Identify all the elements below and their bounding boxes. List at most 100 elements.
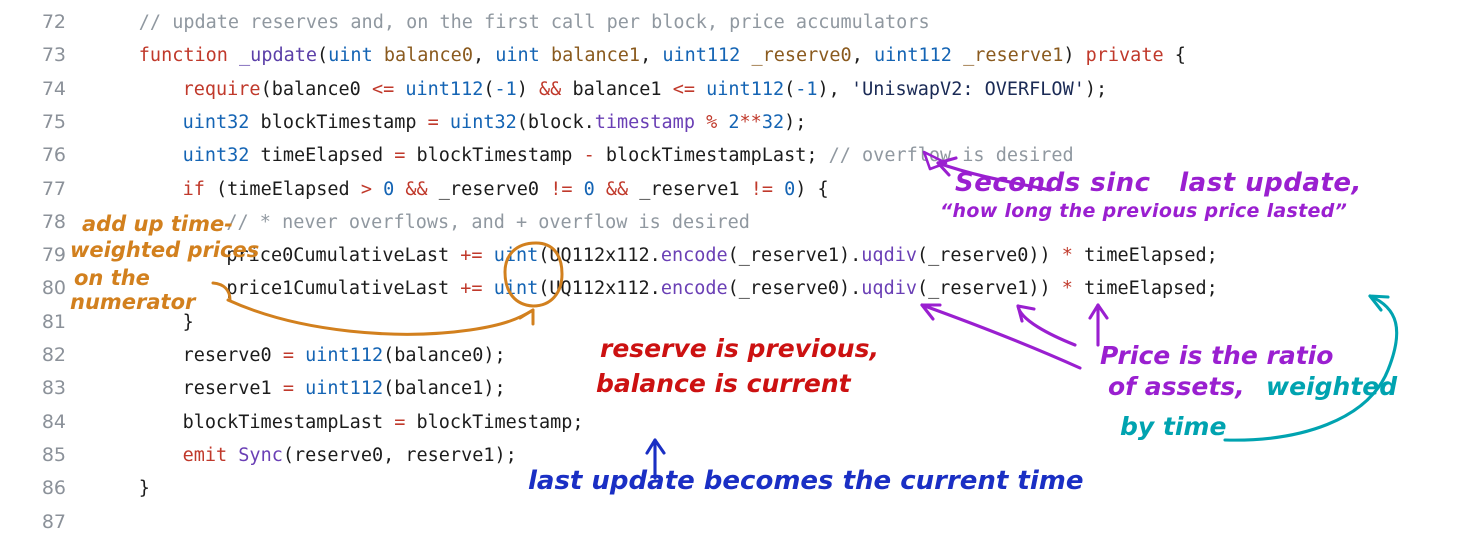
code-line-72: 72 // update reserves and, on the first c… bbox=[0, 6, 1480, 39]
code-token: (balance1); bbox=[383, 378, 506, 400]
line-number-74: 74 bbox=[41, 77, 66, 100]
code-token: uint bbox=[328, 45, 373, 67]
code-token: reserve1 bbox=[182, 378, 283, 400]
code-token: && bbox=[605, 178, 629, 200]
code-text-78: // * never overflows, and + overflow is … bbox=[226, 206, 749, 239]
code-token: - bbox=[583, 145, 595, 167]
code-token: = bbox=[394, 145, 406, 167]
code-token: _reserve1 bbox=[628, 178, 751, 200]
annotation-price-is-ratio-line1: Price is the ratio bbox=[1100, 341, 1334, 370]
code-line-74: 74 require(balance0 <= uint112(-1) && bal… bbox=[0, 73, 1480, 106]
code-token: ), bbox=[817, 78, 851, 100]
code-text-84: blockTimestampLast = blockTimestamp; bbox=[183, 406, 584, 439]
code-token: uint32 bbox=[449, 111, 517, 133]
annotation-by-time: by time bbox=[1120, 412, 1227, 441]
code-token: uint bbox=[493, 245, 539, 267]
code-token: 0 bbox=[784, 178, 796, 200]
code-text-83: reserve1 = uint112(balance1); bbox=[183, 372, 506, 405]
line-number-78: 78 bbox=[41, 210, 66, 233]
code-token: && bbox=[539, 78, 562, 100]
line-number-76: 76 bbox=[41, 144, 66, 167]
annotation-last-update-becomes-current-time: last update becomes the current time bbox=[528, 466, 1084, 496]
code-token: && bbox=[405, 178, 428, 200]
line-number-80: 80 bbox=[41, 277, 66, 300]
code-token: <= bbox=[371, 78, 395, 100]
code-token: * bbox=[1061, 245, 1073, 267]
code-token: % bbox=[706, 111, 718, 133]
annotation-add-up-time-weighted-line4: numerator bbox=[70, 290, 196, 314]
code-token: // * never overflows, and + overflow is … bbox=[226, 211, 750, 233]
code-token: uint32 bbox=[182, 145, 250, 167]
code-token: (timeElapsed bbox=[204, 178, 361, 200]
code-token: } bbox=[182, 311, 194, 333]
code-block: 72 // update reserves and, on the first c… bbox=[0, 0, 1480, 536]
code-token: = bbox=[427, 111, 439, 133]
annotation-price-is-ratio-line2: of assets, bbox=[1108, 372, 1245, 401]
code-text-85: emit Sync(reserve0, reserve1); bbox=[183, 439, 517, 472]
code-line-73: 73 function _update(uint balance0, uint b… bbox=[0, 39, 1480, 72]
code-token: ) bbox=[516, 78, 540, 100]
code-token: -1 bbox=[494, 78, 517, 100]
code-token: // update reserves and, on the first cal… bbox=[138, 12, 930, 33]
code-token: balance1 bbox=[550, 45, 641, 67]
annotation-add-up-time-weighted-line1: add up time- bbox=[82, 212, 233, 236]
code-token: balance0 bbox=[383, 45, 473, 67]
code-token: ( bbox=[317, 45, 329, 67]
line-number-81: 81 bbox=[41, 310, 66, 333]
code-line-80: 80 price1CumulativeLast += uint(UQ112x112… bbox=[0, 272, 1480, 305]
code-token: timeElapsed; bbox=[1072, 278, 1218, 300]
code-token: uint112 bbox=[405, 78, 484, 100]
code-token: { bbox=[1163, 45, 1186, 67]
code-token: = bbox=[394, 411, 406, 433]
code-text-75: uint32 blockTimestamp = uint32(block.tim… bbox=[183, 106, 807, 139]
code-text-79: price0CumulativeLast += uint(UQ112x112.e… bbox=[226, 239, 1217, 272]
line-number-87: 87 bbox=[41, 510, 66, 533]
code-text-82: reserve0 = uint112(balance0); bbox=[183, 339, 506, 372]
code-token: (reserve0, reserve1); bbox=[282, 444, 517, 466]
code-token: (_reserve0)) bbox=[917, 245, 1062, 267]
code-line-87: 87 bbox=[0, 506, 1480, 536]
code-text-73: function _update(uint balance0, uint bal… bbox=[139, 39, 1186, 72]
code-token: if bbox=[182, 178, 205, 200]
code-token: reserve0 bbox=[182, 345, 283, 366]
code-token: , bbox=[851, 45, 874, 67]
code-token: -1 bbox=[795, 78, 818, 100]
code-token: _reserve0 bbox=[427, 178, 551, 200]
line-number-72: 72 bbox=[41, 11, 66, 33]
code-token: encode bbox=[660, 278, 728, 300]
line-number-73: 73 bbox=[41, 44, 66, 67]
code-token: blockTimestamp; bbox=[405, 411, 584, 433]
code-token: uqdiv bbox=[861, 245, 917, 267]
code-token: ); bbox=[784, 111, 807, 133]
line-number-86: 86 bbox=[41, 477, 66, 500]
code-token: (balance0); bbox=[383, 345, 506, 366]
code-token: ( bbox=[784, 78, 796, 100]
code-token: blockTimestampLast bbox=[182, 411, 395, 433]
annotation-weighted: weighted bbox=[1266, 372, 1398, 401]
code-text-80: price1CumulativeLast += uint(UQ112x112.e… bbox=[226, 272, 1217, 305]
code-text-86: } bbox=[139, 472, 150, 505]
code-token: uint112 bbox=[305, 345, 384, 366]
code-token: uint32 bbox=[182, 111, 250, 133]
code-line-84: 84 blockTimestampLast = blockTimestamp; bbox=[0, 406, 1480, 439]
code-token: (UQ112x112. bbox=[538, 245, 661, 267]
code-token: ); bbox=[1084, 78, 1108, 100]
code-token: ) { bbox=[795, 178, 829, 200]
code-token: * bbox=[1061, 278, 1073, 300]
annotation-add-up-time-weighted-line3: on the bbox=[74, 266, 150, 290]
code-text-77: if (timeElapsed > 0 && _reserve0 != 0 &&… bbox=[183, 173, 829, 206]
code-token: balance1 bbox=[561, 78, 673, 100]
code-token: <= bbox=[672, 78, 695, 100]
